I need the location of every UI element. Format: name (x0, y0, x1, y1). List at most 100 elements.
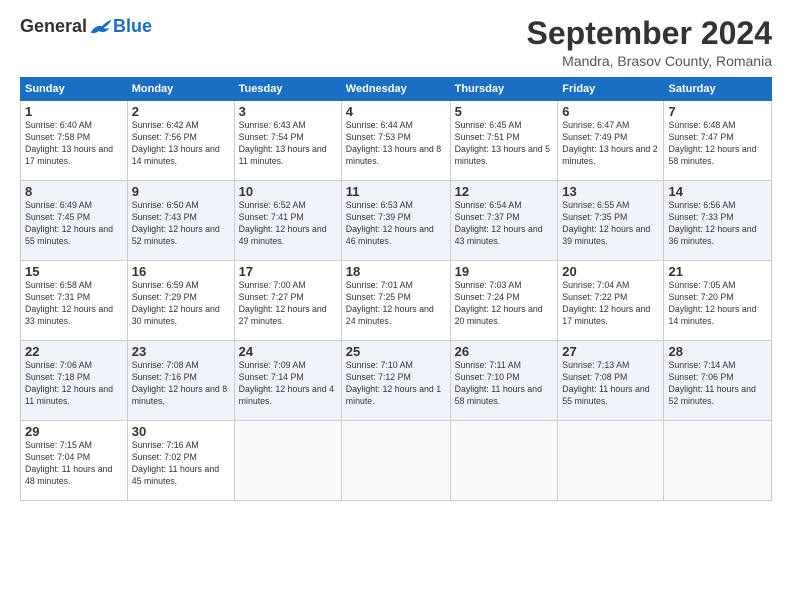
day-info: Sunrise: 6:44 AMSunset: 7:53 PMDaylight:… (346, 120, 446, 168)
day-info: Sunrise: 6:47 AMSunset: 7:49 PMDaylight:… (562, 120, 659, 168)
day-info: Sunrise: 6:42 AMSunset: 7:56 PMDaylight:… (132, 120, 230, 168)
calendar-cell: 19Sunrise: 7:03 AMSunset: 7:24 PMDayligh… (450, 261, 558, 341)
day-info: Sunrise: 6:43 AMSunset: 7:54 PMDaylight:… (239, 120, 337, 168)
calendar-body: 1Sunrise: 6:40 AMSunset: 7:58 PMDaylight… (21, 101, 772, 501)
day-number: 6 (562, 104, 659, 119)
day-number: 23 (132, 344, 230, 359)
calendar-cell: 28Sunrise: 7:14 AMSunset: 7:06 PMDayligh… (664, 341, 772, 421)
calendar-cell: 7Sunrise: 6:48 AMSunset: 7:47 PMDaylight… (664, 101, 772, 181)
calendar-cell: 5Sunrise: 6:45 AMSunset: 7:51 PMDaylight… (450, 101, 558, 181)
day-number: 26 (455, 344, 554, 359)
header: General Blue September 2024 Mandra, Bras… (20, 16, 772, 69)
day-info: Sunrise: 7:15 AMSunset: 7:04 PMDaylight:… (25, 440, 123, 488)
day-number: 30 (132, 424, 230, 439)
day-info: Sunrise: 6:40 AMSunset: 7:58 PMDaylight:… (25, 120, 123, 168)
calendar-header-sunday: Sunday (21, 78, 128, 101)
calendar-cell: 10Sunrise: 6:52 AMSunset: 7:41 PMDayligh… (234, 181, 341, 261)
calendar-cell: 13Sunrise: 6:55 AMSunset: 7:35 PMDayligh… (558, 181, 664, 261)
calendar-header-saturday: Saturday (664, 78, 772, 101)
title-area: September 2024 Mandra, Brasov County, Ro… (527, 16, 772, 69)
day-info: Sunrise: 7:10 AMSunset: 7:12 PMDaylight:… (346, 360, 446, 408)
logo-blue-text: Blue (113, 16, 152, 37)
day-number: 14 (668, 184, 767, 199)
calendar-cell: 24Sunrise: 7:09 AMSunset: 7:14 PMDayligh… (234, 341, 341, 421)
day-number: 15 (25, 264, 123, 279)
day-number: 8 (25, 184, 123, 199)
calendar-cell: 25Sunrise: 7:10 AMSunset: 7:12 PMDayligh… (341, 341, 450, 421)
day-number: 27 (562, 344, 659, 359)
day-number: 28 (668, 344, 767, 359)
calendar-week-1: 1Sunrise: 6:40 AMSunset: 7:58 PMDaylight… (21, 101, 772, 181)
page: General Blue September 2024 Mandra, Bras… (0, 0, 792, 612)
day-info: Sunrise: 6:53 AMSunset: 7:39 PMDaylight:… (346, 200, 446, 248)
day-info: Sunrise: 7:06 AMSunset: 7:18 PMDaylight:… (25, 360, 123, 408)
calendar-cell: 15Sunrise: 6:58 AMSunset: 7:31 PMDayligh… (21, 261, 128, 341)
calendar-cell: 21Sunrise: 7:05 AMSunset: 7:20 PMDayligh… (664, 261, 772, 341)
calendar-cell: 6Sunrise: 6:47 AMSunset: 7:49 PMDaylight… (558, 101, 664, 181)
day-number: 17 (239, 264, 337, 279)
calendar-cell (234, 421, 341, 501)
day-info: Sunrise: 7:04 AMSunset: 7:22 PMDaylight:… (562, 280, 659, 328)
day-number: 21 (668, 264, 767, 279)
day-info: Sunrise: 7:01 AMSunset: 7:25 PMDaylight:… (346, 280, 446, 328)
day-info: Sunrise: 6:54 AMSunset: 7:37 PMDaylight:… (455, 200, 554, 248)
calendar-header-wednesday: Wednesday (341, 78, 450, 101)
calendar-header-thursday: Thursday (450, 78, 558, 101)
subtitle: Mandra, Brasov County, Romania (527, 53, 772, 69)
calendar-cell: 12Sunrise: 6:54 AMSunset: 7:37 PMDayligh… (450, 181, 558, 261)
day-number: 7 (668, 104, 767, 119)
day-info: Sunrise: 6:59 AMSunset: 7:29 PMDaylight:… (132, 280, 230, 328)
day-number: 25 (346, 344, 446, 359)
calendar-cell: 14Sunrise: 6:56 AMSunset: 7:33 PMDayligh… (664, 181, 772, 261)
day-number: 5 (455, 104, 554, 119)
calendar-week-4: 22Sunrise: 7:06 AMSunset: 7:18 PMDayligh… (21, 341, 772, 421)
calendar-cell: 9Sunrise: 6:50 AMSunset: 7:43 PMDaylight… (127, 181, 234, 261)
logo: General Blue (20, 16, 152, 37)
calendar-header-tuesday: Tuesday (234, 78, 341, 101)
calendar-header-friday: Friday (558, 78, 664, 101)
day-number: 16 (132, 264, 230, 279)
calendar-cell: 27Sunrise: 7:13 AMSunset: 7:08 PMDayligh… (558, 341, 664, 421)
calendar-cell: 29Sunrise: 7:15 AMSunset: 7:04 PMDayligh… (21, 421, 128, 501)
day-number: 20 (562, 264, 659, 279)
day-number: 10 (239, 184, 337, 199)
calendar-week-5: 29Sunrise: 7:15 AMSunset: 7:04 PMDayligh… (21, 421, 772, 501)
day-number: 2 (132, 104, 230, 119)
day-info: Sunrise: 7:11 AMSunset: 7:10 PMDaylight:… (455, 360, 554, 408)
calendar-table: SundayMondayTuesdayWednesdayThursdayFrid… (20, 77, 772, 501)
day-info: Sunrise: 7:13 AMSunset: 7:08 PMDaylight:… (562, 360, 659, 408)
day-info: Sunrise: 7:08 AMSunset: 7:16 PMDaylight:… (132, 360, 230, 408)
calendar-week-3: 15Sunrise: 6:58 AMSunset: 7:31 PMDayligh… (21, 261, 772, 341)
day-info: Sunrise: 7:16 AMSunset: 7:02 PMDaylight:… (132, 440, 230, 488)
day-number: 9 (132, 184, 230, 199)
calendar-cell (341, 421, 450, 501)
calendar-week-2: 8Sunrise: 6:49 AMSunset: 7:45 PMDaylight… (21, 181, 772, 261)
day-info: Sunrise: 6:48 AMSunset: 7:47 PMDaylight:… (668, 120, 767, 168)
calendar-cell: 16Sunrise: 6:59 AMSunset: 7:29 PMDayligh… (127, 261, 234, 341)
day-number: 12 (455, 184, 554, 199)
day-info: Sunrise: 7:05 AMSunset: 7:20 PMDaylight:… (668, 280, 767, 328)
day-info: Sunrise: 6:49 AMSunset: 7:45 PMDaylight:… (25, 200, 123, 248)
day-number: 11 (346, 184, 446, 199)
calendar-cell: 18Sunrise: 7:01 AMSunset: 7:25 PMDayligh… (341, 261, 450, 341)
day-info: Sunrise: 7:03 AMSunset: 7:24 PMDaylight:… (455, 280, 554, 328)
calendar-cell: 11Sunrise: 6:53 AMSunset: 7:39 PMDayligh… (341, 181, 450, 261)
calendar-cell: 23Sunrise: 7:08 AMSunset: 7:16 PMDayligh… (127, 341, 234, 421)
day-number: 13 (562, 184, 659, 199)
logo-general-text: General (20, 16, 87, 37)
day-number: 29 (25, 424, 123, 439)
day-info: Sunrise: 6:50 AMSunset: 7:43 PMDaylight:… (132, 200, 230, 248)
calendar-cell: 1Sunrise: 6:40 AMSunset: 7:58 PMDaylight… (21, 101, 128, 181)
day-number: 19 (455, 264, 554, 279)
day-info: Sunrise: 6:58 AMSunset: 7:31 PMDaylight:… (25, 280, 123, 328)
calendar-cell: 22Sunrise: 7:06 AMSunset: 7:18 PMDayligh… (21, 341, 128, 421)
calendar-cell: 3Sunrise: 6:43 AMSunset: 7:54 PMDaylight… (234, 101, 341, 181)
calendar-cell (450, 421, 558, 501)
calendar-cell: 30Sunrise: 7:16 AMSunset: 7:02 PMDayligh… (127, 421, 234, 501)
day-number: 22 (25, 344, 123, 359)
calendar-cell (664, 421, 772, 501)
day-info: Sunrise: 7:00 AMSunset: 7:27 PMDaylight:… (239, 280, 337, 328)
logo-bird-icon (89, 17, 113, 37)
day-info: Sunrise: 6:45 AMSunset: 7:51 PMDaylight:… (455, 120, 554, 168)
calendar-cell: 4Sunrise: 6:44 AMSunset: 7:53 PMDaylight… (341, 101, 450, 181)
